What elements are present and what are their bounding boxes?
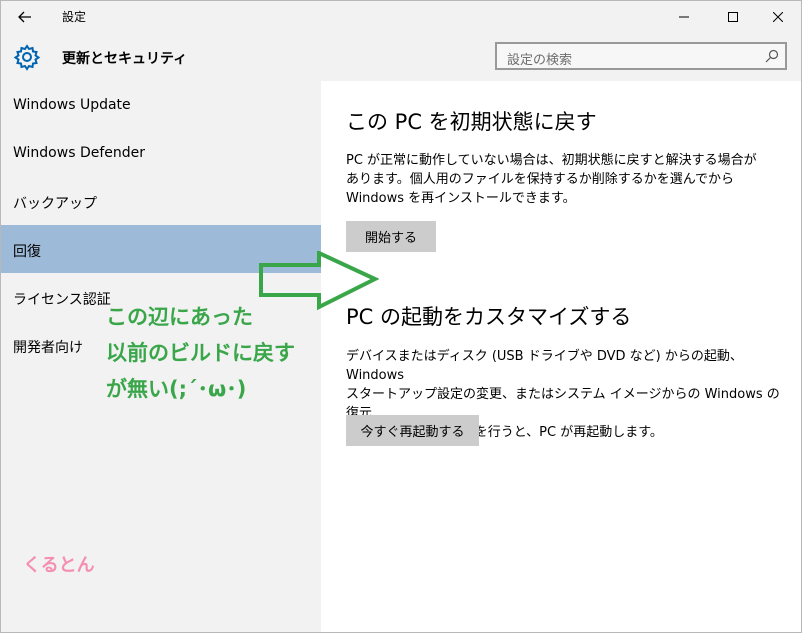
minimize-icon <box>679 16 689 18</box>
description-line: デバイスまたはディスク (USB ドライブや DVD など) からの起動、Win… <box>346 349 743 383</box>
sidebar-item-backup[interactable]: バックアップ <box>1 177 321 225</box>
sidebar-item-label: バックアップ <box>13 196 97 212</box>
sidebar-item-label: Windows Defender <box>13 145 146 161</box>
advanced-startup-heading: PC の起動をカスタマイズする <box>346 305 632 329</box>
start-reset-button[interactable]: 開始する <box>346 221 436 252</box>
close-icon <box>773 12 783 22</box>
sidebar-item-label: 開発者向け <box>13 340 83 356</box>
description-line: PC が正常に動作していない場合は、初期状態に戻すと解決する場合が <box>346 153 757 168</box>
search-icon[interactable] <box>765 49 779 63</box>
description-line: Windows を再インストールできます。 <box>346 191 576 206</box>
gear-icon <box>13 44 41 71</box>
annotation-line: が無い(;´･ω･) <box>106 377 247 401</box>
title-bar: 設定 <box>1 1 801 33</box>
page-header: 更新とセキュリティ 設定の検索 <box>1 33 801 81</box>
restart-now-button[interactable]: 今すぐ再起動する <box>346 415 479 446</box>
maximize-button[interactable] <box>710 1 756 33</box>
window-title: 設定 <box>62 10 87 24</box>
page-title: 更新とセキュリティ <box>62 51 188 67</box>
maximize-icon <box>728 12 738 22</box>
annotation-line: この辺にあった <box>106 305 253 329</box>
settings-window: 設定 更新とセキュリティ 設定の検索 Windows Update Window… <box>0 0 802 633</box>
sidebar-item-label: ライセンス認証 <box>13 292 111 308</box>
sidebar-item-windows-defender[interactable]: Windows Defender <box>1 129 321 177</box>
reset-pc-heading: この PC を初期状態に戻す <box>346 110 597 134</box>
sidebar-item-windows-update[interactable]: Windows Update <box>1 81 321 129</box>
main-content: この PC を初期状態に戻す PC が正常に動作していない場合は、初期状態に戻す… <box>321 81 801 632</box>
back-button[interactable] <box>1 1 49 33</box>
reset-pc-description: PC が正常に動作していない場合は、初期状態に戻すと解決する場合が あります。個… <box>346 151 786 208</box>
back-arrow-icon <box>18 11 31 23</box>
close-button[interactable] <box>755 1 801 33</box>
sidebar-item-label: 回復 <box>13 244 41 260</box>
search-input[interactable]: 設定の検索 <box>495 42 787 70</box>
sidebar-item-label: Windows Update <box>13 97 131 113</box>
annotation-line: 以前のビルドに戻す <box>106 341 295 365</box>
description-line: あります。個人用のファイルを保持するか削除するかを選んでから <box>346 172 735 187</box>
search-placeholder: 設定の検索 <box>507 53 573 68</box>
minimize-button[interactable] <box>661 1 707 33</box>
signature-annotation: くるとん <box>23 555 95 576</box>
green-arrow-annotation <box>259 251 379 311</box>
